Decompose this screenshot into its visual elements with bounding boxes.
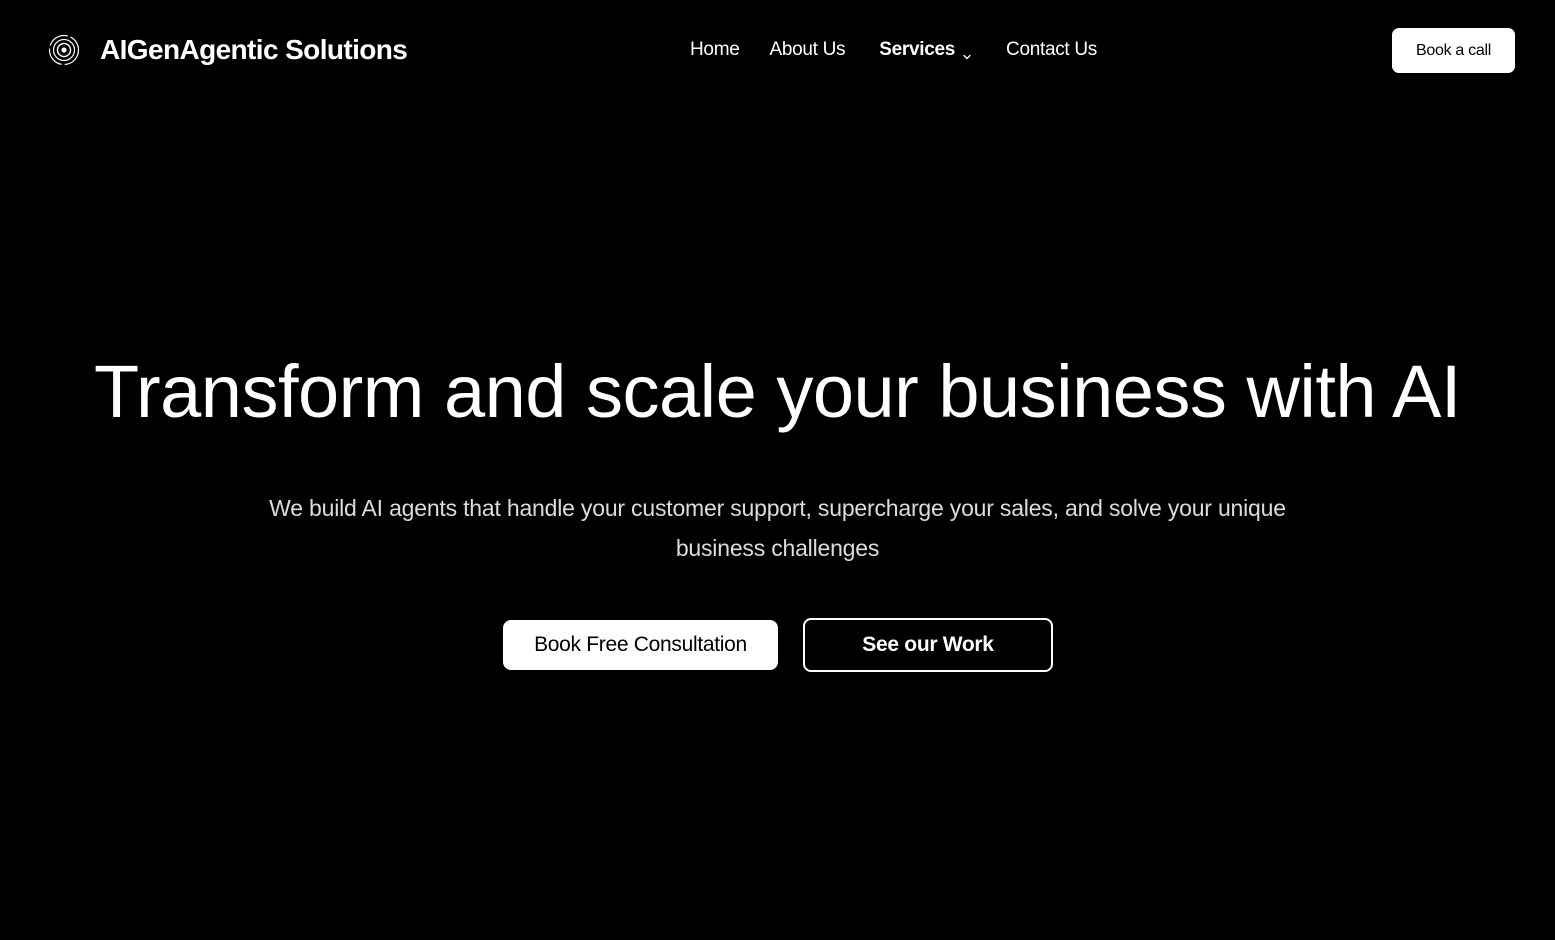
book-a-call-button[interactable]: Book a call [1392,28,1515,73]
concentric-circles-logo-icon [48,34,80,66]
brand-home-link[interactable]: AIGenAgentic Solutions [48,30,408,70]
site-header: AIGenAgentic Solutions Home About Us Ser… [0,0,1555,100]
chevron-down-icon [962,46,972,60]
book-free-consultation-button[interactable]: Book Free Consultation [503,620,778,670]
hero-title: Transform and scale your business with A… [94,350,1461,433]
nav-item-services-label: Services [879,39,956,60]
brand-name: AIGenAgentic Solutions [100,34,408,65]
nav-item-about-us[interactable]: About Us [769,39,845,61]
nav-item-services[interactable]: Services [879,39,972,61]
nav-item-home[interactable]: Home [690,39,740,61]
hero-subtitle: We build AI agents that handle your cust… [269,495,1286,561]
landing-page: AIGenAgentic Solutions Home About Us Ser… [0,0,1555,940]
see-our-work-button[interactable]: See our Work [803,618,1053,672]
nav-item-contact-us[interactable]: Contact Us [1006,39,1097,61]
main-nav: Home About Us Services Contact Us [690,36,1097,64]
